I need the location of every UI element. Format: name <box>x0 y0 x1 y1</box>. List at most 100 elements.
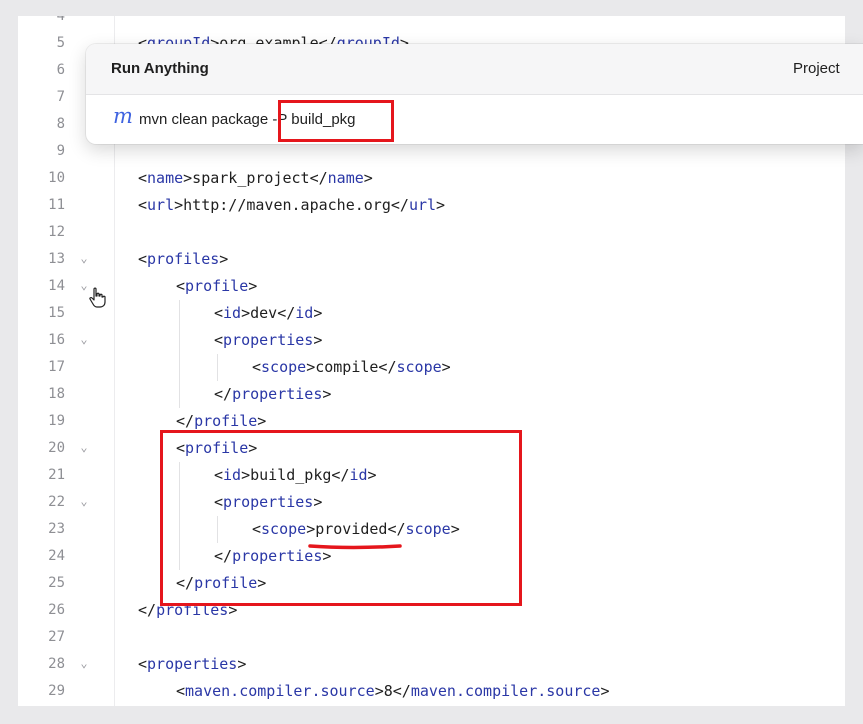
code-text: <id>build_pkg</id> <box>214 462 377 489</box>
line-number: 9 <box>56 143 65 159</box>
code-line[interactable]: 10 <name>spark_project</name> <box>18 165 845 192</box>
fold-chevron-icon[interactable]: ⌄ <box>78 651 90 678</box>
code-text: <profile> <box>176 435 257 462</box>
xml-tag-name: profiles <box>156 601 229 619</box>
code-line[interactable]: 22 ⌄ <properties> <box>18 489 845 516</box>
code-line[interactable]: 24 </properties> <box>18 543 845 570</box>
line-number: 24 <box>48 548 65 564</box>
code-line[interactable]: 25 </profile> <box>18 570 845 597</box>
xml-tag-name: profile <box>185 277 249 295</box>
code-text: <url>http://maven.apache.org</url> <box>138 192 445 219</box>
xml-tag-name: profile <box>194 574 258 592</box>
indent-guide <box>179 327 180 354</box>
xml-text: </ <box>138 601 157 619</box>
indent-guide <box>179 516 180 543</box>
line-number: 29 <box>48 683 65 699</box>
popup-header: Run Anything Project <box>86 44 863 95</box>
code-line[interactable]: 12 <box>18 219 845 246</box>
xml-tag-name: url <box>147 196 175 214</box>
xml-text: > <box>313 493 323 511</box>
code-line[interactable]: 19 </profile> <box>18 408 845 435</box>
code-line[interactable]: 16 ⌄ <properties> <box>18 327 845 354</box>
xml-tag-name: scope <box>261 520 307 538</box>
xml-text: < <box>138 655 148 673</box>
run-anything-popup[interactable]: Run Anything Project m mvn clean package… <box>86 44 863 144</box>
xml-text: < <box>138 169 148 187</box>
code-line[interactable]: 20 ⌄ <profile> <box>18 435 845 462</box>
line-number: 11 <box>48 197 65 213</box>
code-text: <id>dev</id> <box>214 300 322 327</box>
fold-chevron-icon[interactable]: ⌄ <box>78 489 90 516</box>
xml-tag-name: id <box>349 466 368 484</box>
xml-text: > <box>248 439 258 457</box>
code-line[interactable]: 13 ⌄ <profiles> <box>18 246 845 273</box>
indent-guide <box>217 516 218 543</box>
xml-text: > <box>257 412 267 430</box>
code-line[interactable]: 28 ⌄ <properties> <box>18 651 845 678</box>
line-number: 23 <box>48 521 65 537</box>
xml-tag-name: properties <box>223 331 314 349</box>
xml-text: < <box>214 466 224 484</box>
code-line[interactable]: 21 <id>build_pkg</id> <box>18 462 845 489</box>
code-text: <maven.compiler.source>8</maven.compiler… <box>176 678 610 705</box>
indent-guide <box>179 543 180 570</box>
indent-guide <box>179 381 180 408</box>
indent-guide <box>179 300 180 327</box>
code-line[interactable]: 4 <box>18 16 845 30</box>
code-line[interactable]: 14 ⌄ <profile> <box>18 273 845 300</box>
xml-text: > <box>450 520 460 538</box>
xml-text: > <box>313 304 323 322</box>
code-text: <scope>provided</scope> <box>252 516 460 543</box>
code-text: </properties> <box>214 381 331 408</box>
code-text: <profile> <box>176 273 257 300</box>
indent-guide <box>179 462 180 489</box>
xml-text: >compile</ <box>306 358 397 376</box>
line-number: 20 <box>48 440 65 456</box>
code-line[interactable]: 27 <box>18 624 845 651</box>
run-command-item[interactable]: m mvn clean package -P build_pkg <box>86 95 863 144</box>
line-number: 7 <box>56 89 65 105</box>
xml-text: < <box>252 520 262 538</box>
line-number: 4 <box>56 16 65 24</box>
code-text: </profile> <box>176 408 266 435</box>
xml-text: < <box>252 358 262 376</box>
code-line[interactable]: 15 <id>dev</id> <box>18 300 845 327</box>
code-text: <properties> <box>214 489 322 516</box>
xml-text: > <box>367 466 377 484</box>
line-number: 17 <box>48 359 65 375</box>
xml-text: >provided</ <box>306 520 406 538</box>
xml-tag-name: scope <box>396 358 442 376</box>
code-text: <properties> <box>214 327 322 354</box>
xml-text: > <box>322 385 332 403</box>
xml-text: </ <box>214 385 233 403</box>
xml-tag-name: profile <box>185 439 249 457</box>
line-number: 12 <box>48 224 65 240</box>
line-number: 28 <box>48 656 65 672</box>
xml-tag-name: profiles <box>147 250 220 268</box>
code-line[interactable]: 23 <scope>provided</scope> <box>18 516 845 543</box>
line-number: 10 <box>48 170 65 186</box>
fold-chevron-icon[interactable]: ⌄ <box>78 435 90 462</box>
xml-text: </ <box>214 547 233 565</box>
code-line[interactable]: 18 </properties> <box>18 381 845 408</box>
xml-text: > <box>436 196 446 214</box>
tab-project[interactable]: Project <box>793 60 840 77</box>
code-text: <name>spark_project</name> <box>138 165 373 192</box>
line-number: 21 <box>48 467 65 483</box>
xml-text: >build_pkg</ <box>241 466 350 484</box>
line-number: 8 <box>56 116 65 132</box>
fold-chevron-icon[interactable]: ⌄ <box>78 327 90 354</box>
code-line[interactable]: 29 <maven.compiler.source>8</maven.compil… <box>18 678 845 705</box>
code-text: <scope>compile</scope> <box>252 354 451 381</box>
fold-chevron-icon[interactable]: ⌄ <box>78 246 90 273</box>
indent-guide <box>179 489 180 516</box>
xml-text: > <box>600 682 610 700</box>
xml-text: >dev</ <box>241 304 296 322</box>
line-number: 26 <box>48 602 65 618</box>
xml-tag-name: id <box>295 304 314 322</box>
code-line[interactable]: 11 <url>http://maven.apache.org</url> <box>18 192 845 219</box>
line-number: 15 <box>48 305 65 321</box>
code-line[interactable]: 17 <scope>compile</scope> <box>18 354 845 381</box>
code-line[interactable]: 26 </profiles> <box>18 597 845 624</box>
xml-tag-name: id <box>223 304 242 322</box>
